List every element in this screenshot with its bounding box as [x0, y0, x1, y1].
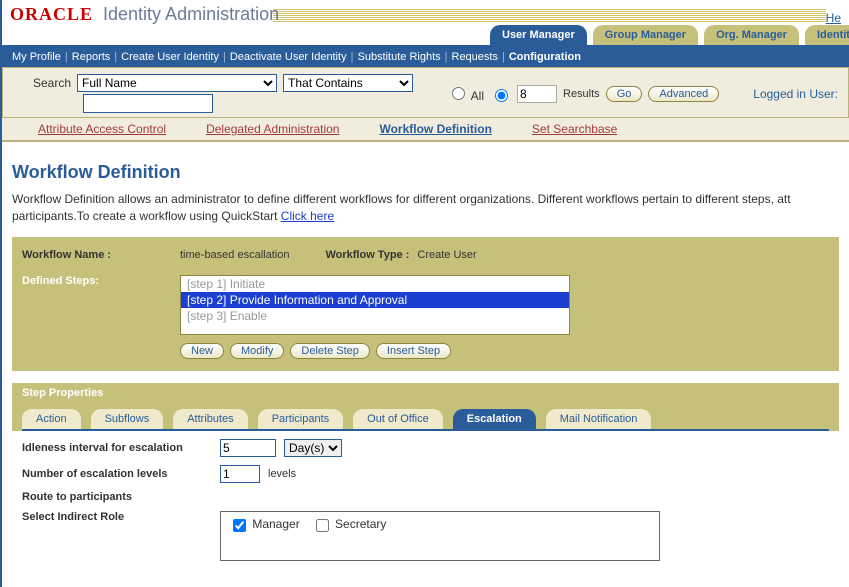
module-tab-user-manager[interactable]: User Manager: [490, 25, 587, 45]
new-step-button[interactable]: New: [180, 343, 224, 359]
role-manager[interactable]: Manager: [229, 517, 300, 531]
results-label: Results: [563, 88, 600, 100]
menu-requests[interactable]: Requests: [452, 51, 498, 63]
click-here-link[interactable]: Click here: [281, 209, 334, 223]
step-item[interactable]: [step 1] Initiate: [181, 276, 569, 292]
step-item[interactable]: [step 3] Enable: [181, 308, 569, 324]
subnav-workflow-definition[interactable]: Workflow Definition: [379, 122, 491, 136]
page-title: Workflow Definition: [12, 162, 839, 183]
prop-tab-mail-notification[interactable]: Mail Notification: [546, 409, 652, 429]
workflow-type-label: Workflow Type :: [325, 249, 409, 261]
logo-brand: ORACLE: [10, 4, 93, 25]
roles-box: Manager Secretary: [220, 511, 660, 561]
help-link[interactable]: He: [826, 11, 841, 25]
menu-create-user-identity[interactable]: Create User Identity: [121, 51, 219, 63]
delete-step-button[interactable]: Delete Step: [290, 343, 369, 359]
idle-interval-input[interactable]: [220, 439, 276, 457]
menu-deactivate-user-identity[interactable]: Deactivate User Identity: [230, 51, 347, 63]
prop-tab-escalation[interactable]: Escalation: [453, 409, 536, 429]
menu-configuration[interactable]: Configuration: [509, 51, 581, 63]
module-tabs: User Manager Group Manager Org. Manager Ide…: [2, 25, 849, 47]
results-count-input[interactable]: [517, 85, 557, 103]
menubar: My Profile|Reports|Create User Identity|…: [2, 47, 849, 67]
go-button[interactable]: Go: [606, 86, 643, 102]
step-item[interactable]: [step 2] Provide Information and Approva…: [181, 292, 569, 308]
role-checkbox-secretary[interactable]: [316, 519, 329, 532]
modify-step-button[interactable]: Modify: [230, 343, 284, 359]
role-secretary[interactable]: Secretary: [312, 517, 387, 531]
module-tab-org-manager[interactable]: Org. Manager: [704, 25, 799, 45]
idle-unit-select[interactable]: Day(s): [284, 439, 342, 457]
prop-tab-subflows[interactable]: Subflows: [91, 409, 164, 429]
prop-tab-out-of-office[interactable]: Out of Office: [353, 409, 443, 429]
module-tab-group-manager[interactable]: Group Manager: [593, 25, 698, 45]
route-label: Route to participants: [22, 491, 212, 503]
menu-my-profile[interactable]: My Profile: [12, 51, 61, 63]
step-prop-tabs: Action Subflows Attributes Participants Out …: [22, 409, 829, 431]
menu-reports[interactable]: Reports: [72, 51, 111, 63]
all-radio[interactable]: [452, 87, 465, 100]
insert-step-button[interactable]: Insert Step: [376, 343, 451, 359]
logged-in-label: Logged in User:: [753, 87, 838, 101]
workflow-type-value: Create User: [417, 249, 476, 261]
page-description: Workflow Definition allows an administra…: [12, 191, 839, 225]
search-bar: Search Full Name That Contains All Resul…: [2, 67, 849, 118]
workflow-name-value: time-based escallation: [180, 249, 289, 261]
defined-steps-label: Defined Steps:: [22, 275, 172, 287]
role-label: Select Indirect Role: [22, 511, 212, 523]
results-radio[interactable]: [495, 89, 508, 102]
search-label: Search: [33, 76, 71, 90]
subnav-attribute-access-control[interactable]: Attribute Access Control: [38, 122, 166, 136]
all-radio-label[interactable]: All: [447, 84, 484, 103]
subnav: Attribute Access Control Delegated Admini…: [2, 118, 849, 142]
role-checkbox-manager[interactable]: [233, 519, 246, 532]
subnav-delegated-administration[interactable]: Delegated Administration: [206, 122, 339, 136]
prop-tab-action[interactable]: Action: [22, 409, 81, 429]
search-op-select[interactable]: That Contains: [283, 74, 413, 92]
logo-product: Identity Administration: [103, 4, 826, 25]
step-properties-header: Step Properties: [12, 383, 839, 403]
idle-interval-label: Idleness interval for escalation: [22, 442, 212, 454]
prop-tab-attributes[interactable]: Attributes: [173, 409, 247, 429]
search-text-input[interactable]: [83, 94, 213, 113]
workflow-meta: Workflow Name : time-based escallation W…: [12, 237, 839, 371]
workflow-name-label: Workflow Name :: [22, 249, 172, 261]
levels-input[interactable]: [220, 465, 260, 483]
search-field-select[interactable]: Full Name: [77, 74, 277, 92]
module-tab-identity-s[interactable]: Identity S: [805, 25, 849, 45]
advanced-button[interactable]: Advanced: [648, 86, 719, 102]
subnav-set-searchbase[interactable]: Set Searchbase: [532, 122, 617, 136]
prop-tab-participants[interactable]: Participants: [258, 409, 343, 429]
levels-suffix: levels: [268, 468, 296, 480]
levels-label: Number of escalation levels: [22, 468, 212, 480]
menu-substitute-rights[interactable]: Substitute Rights: [357, 51, 440, 63]
defined-steps-list[interactable]: [step 1] Initiate[step 2] Provide Inform…: [180, 275, 570, 335]
